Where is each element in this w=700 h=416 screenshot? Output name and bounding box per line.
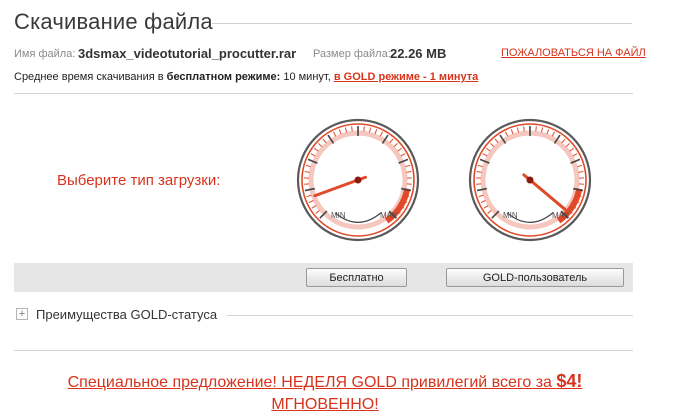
- free-time-value: 10 минут,: [280, 71, 334, 83]
- gauge-max-label: MAX: [552, 211, 570, 220]
- gauge-max-label: MAX: [380, 211, 398, 220]
- page-title: Скачивание файла: [14, 9, 213, 35]
- gold-speed-gauge: MIN MAX: [458, 112, 602, 244]
- file-size-label: Размер файла:: [313, 48, 391, 60]
- free-download-button[interactable]: Бесплатно: [306, 268, 407, 287]
- gauge-tick: [364, 126, 365, 131]
- gauge-hub: [527, 177, 534, 184]
- gauge-tick: [352, 126, 353, 131]
- gauge-tick: [536, 126, 537, 131]
- gold-user-button[interactable]: GOLD-пользователь: [446, 268, 624, 287]
- divider: [14, 93, 633, 94]
- gauge-tick: [524, 126, 525, 131]
- title-divider: [212, 23, 632, 24]
- expand-plus-icon[interactable]: +: [16, 308, 28, 320]
- gauge-min-label: MIN: [503, 211, 518, 220]
- report-file-link[interactable]: ПОЖАЛОВАТЬСЯ НА ФАЙЛ: [501, 47, 646, 59]
- benefits-divider: [227, 315, 633, 316]
- offer-price: $4!: [556, 371, 582, 391]
- average-download-time: Среднее время скачивания в бесплатном ре…: [14, 71, 478, 83]
- free-mode-label: бесплатном режиме:: [167, 71, 281, 83]
- file-name-label: Имя файла:: [14, 48, 75, 60]
- free-speed-gauge: MIN MAX: [286, 112, 430, 244]
- choose-download-type-label: Выберите тип загрузки:: [57, 172, 220, 189]
- gauge-ticks: [298, 120, 418, 240]
- file-size-value: 22.26 MB: [390, 46, 446, 61]
- divider: [14, 350, 633, 351]
- gauge-min-label: MIN: [331, 211, 346, 220]
- gold-mode-link[interactable]: в GOLD режиме - 1 минута: [334, 71, 478, 83]
- avg-time-prefix: Среднее время скачивания в: [14, 71, 167, 83]
- special-offer-link[interactable]: Специальное предложение! НЕДЕЛЯ GOLD при…: [0, 370, 650, 416]
- gauge-ticks: [470, 120, 590, 240]
- gauge-hub: [355, 177, 362, 184]
- offer-text: Специальное предложение! НЕДЕЛЯ GOLD при…: [68, 374, 557, 391]
- file-name-value: 3dsmax_videotutorial_procutter.rar: [78, 46, 296, 61]
- gold-benefits-toggle[interactable]: Преимущества GOLD-статуса: [36, 307, 217, 322]
